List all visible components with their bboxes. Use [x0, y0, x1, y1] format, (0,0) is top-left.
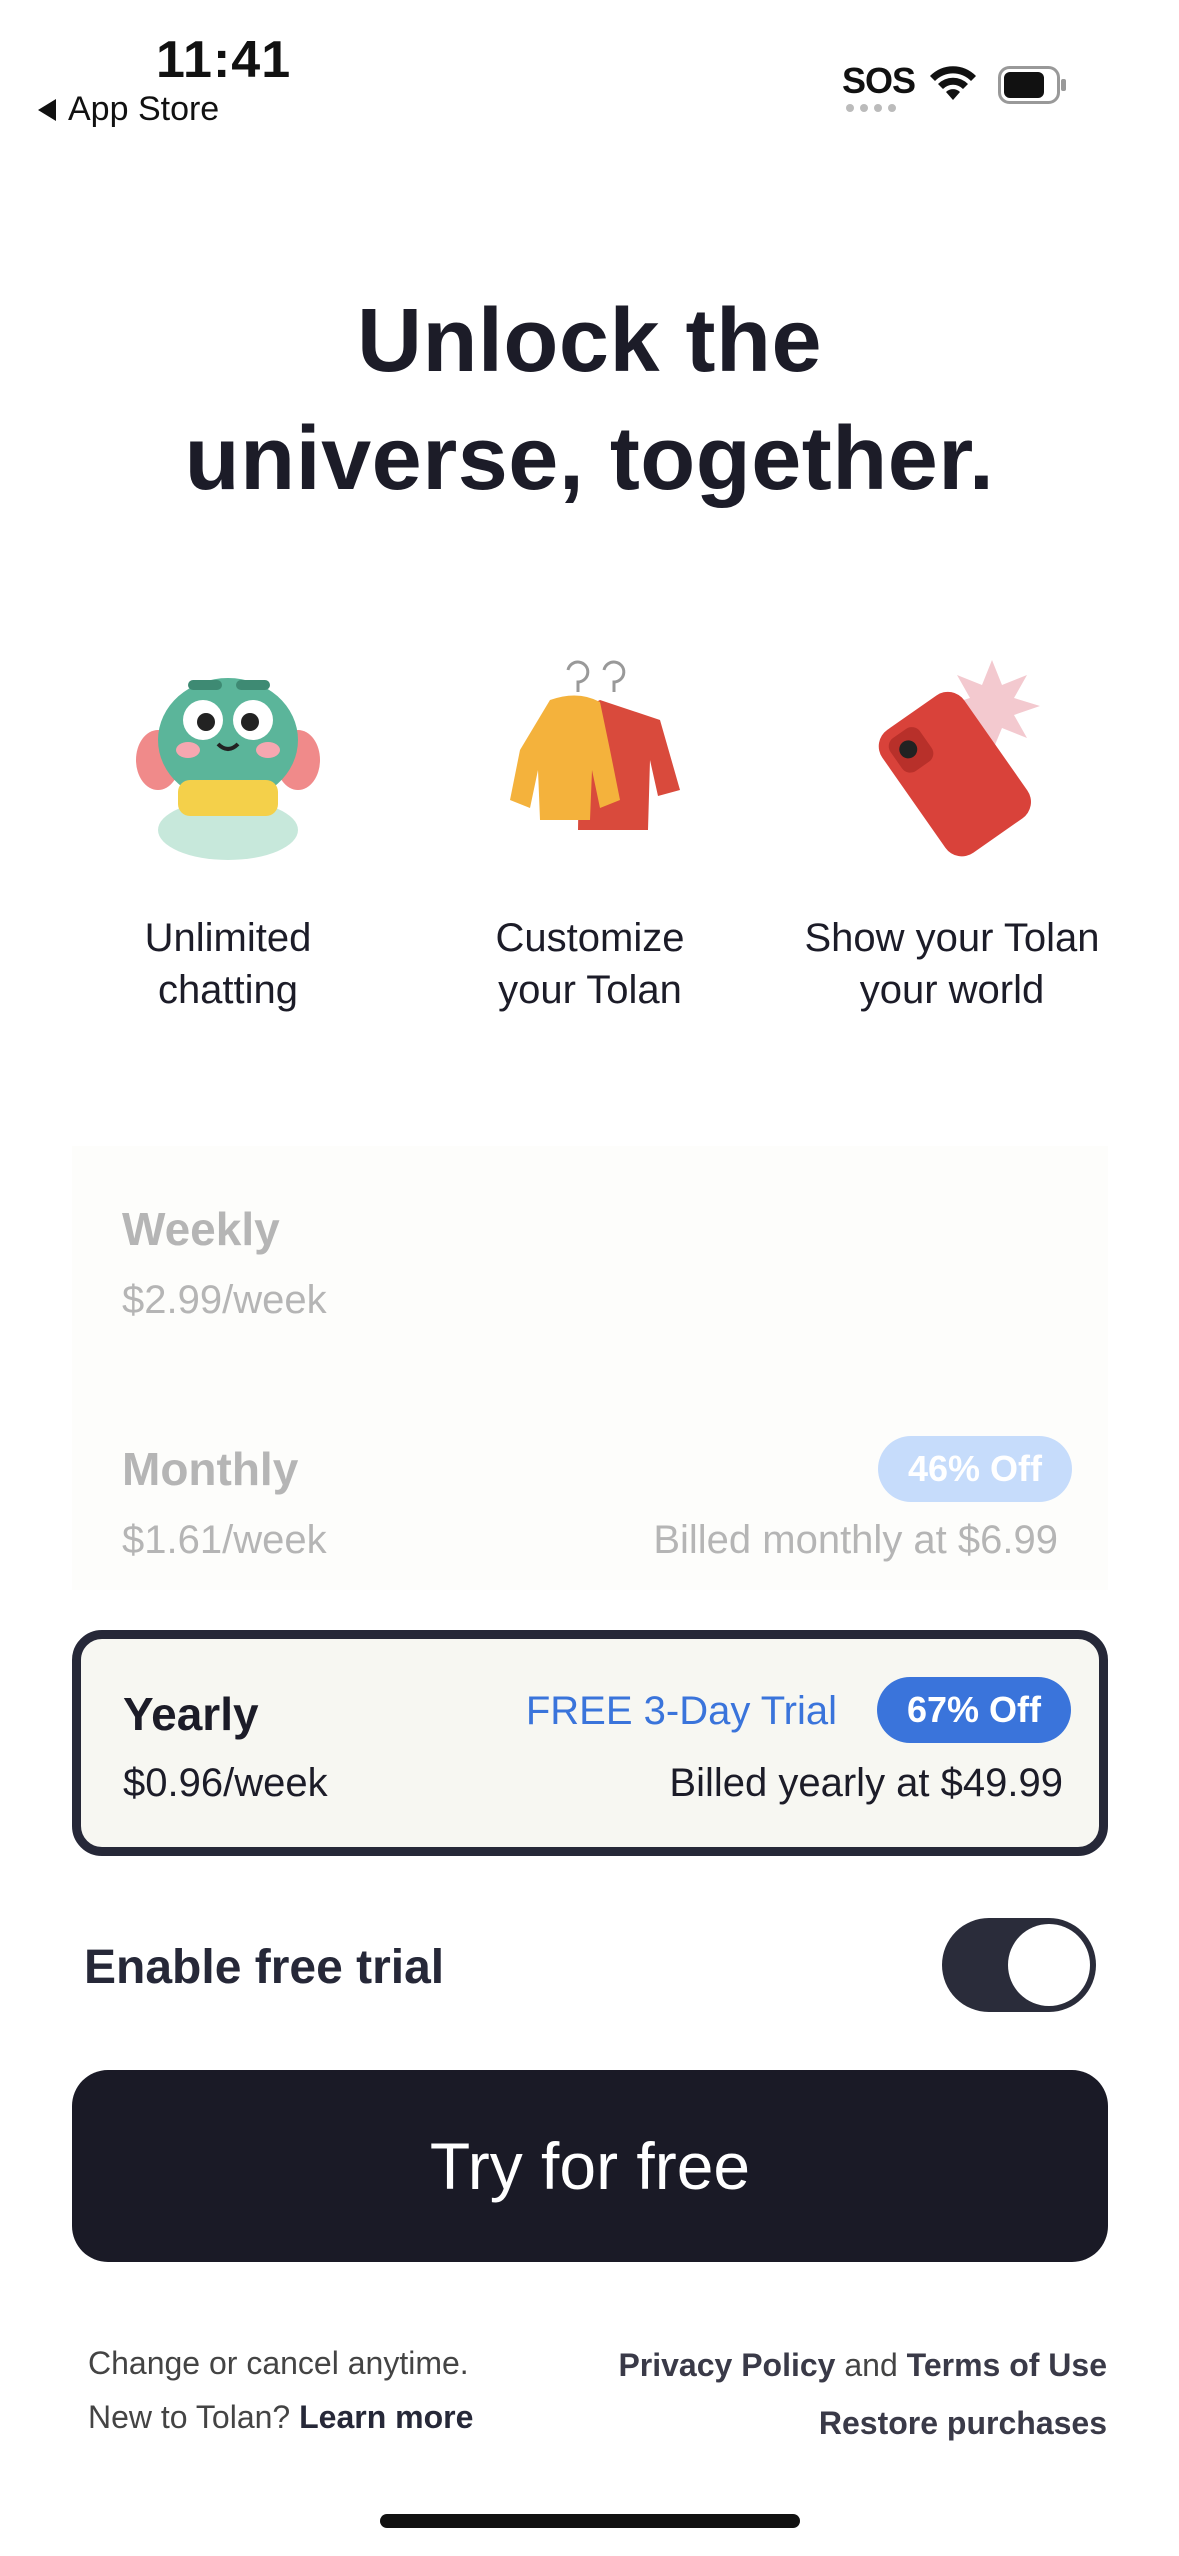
free-trial-toggle[interactable]	[942, 1918, 1096, 2012]
change-cancel-text: Change or cancel anytime.	[88, 2345, 469, 2381]
feature-label-line-2: your world	[859, 968, 1045, 1012]
new-to-tolan-line: New to Tolan? Learn more	[88, 2390, 473, 2444]
plan-price: $1.61/week	[122, 1518, 327, 1562]
terms-of-use-link[interactable]: Terms of Use	[907, 2347, 1107, 2383]
plan-yearly[interactable]: Yearly FREE 3-Day Trial 67% Off $0.96/we…	[72, 1630, 1108, 1856]
sos-indicator: SOS	[842, 60, 916, 101]
footer-left: Change or cancel anytime. New to Tolan? …	[88, 2336, 473, 2444]
and-text: and	[844, 2347, 898, 2383]
footer-right: Privacy Policy and Terms of Use Restore …	[618, 2336, 1107, 2452]
plan-price: $2.99/week	[122, 1278, 327, 1322]
headline-line-2: universe, together.	[184, 409, 995, 509]
new-to-text: New to Tolan?	[88, 2399, 291, 2435]
tolan-character-icon	[136, 678, 320, 860]
trial-label: FREE 3-Day Trial	[525, 1689, 837, 1733]
wifi-icon	[930, 66, 976, 100]
feature-label-line-2: your Tolan	[498, 968, 682, 1012]
billing-note: Billed monthly at $6.99	[653, 1518, 1058, 1562]
plan-name: Monthly	[122, 1443, 299, 1495]
feature-show-world: Show your Tolan your world	[772, 640, 1132, 1016]
privacy-policy-link[interactable]: Privacy Policy	[618, 2347, 835, 2383]
feature-label: Unlimited chatting	[48, 912, 408, 1016]
page-headline: Unlock the universe, together.	[0, 282, 1179, 518]
feature-label-line-1: Show your Tolan	[804, 916, 1100, 960]
plan-weekly[interactable]: Weekly $2.99/week	[72, 1146, 1108, 1366]
feature-label-line-2: chatting	[157, 968, 299, 1012]
back-arrow-icon	[38, 98, 56, 121]
legal-links-line: Privacy Policy and Terms of Use	[618, 2336, 1107, 2394]
feature-unlimited-chatting: Unlimited chatting	[48, 640, 408, 1016]
feature-label-line-1: Unlimited	[144, 916, 312, 960]
headline-line-1: Unlock the	[356, 291, 823, 391]
billing-note: Billed yearly at $49.99	[669, 1761, 1063, 1805]
back-label: App Store	[68, 90, 220, 128]
plan-name: Weekly	[122, 1203, 280, 1255]
restore-purchases-link[interactable]: Restore purchases	[819, 2405, 1107, 2441]
discount-badge: 46% Off	[877, 1436, 1072, 1502]
clothes-hanger-icon	[510, 660, 680, 830]
feature-label-line-1: Customize	[495, 916, 685, 960]
feature-label: Customize your Tolan	[410, 912, 770, 1016]
battery-icon	[998, 66, 1066, 104]
feature-label: Show your Tolan your world	[772, 912, 1132, 1016]
back-to-app-store[interactable]: App Store	[38, 90, 219, 129]
free-trial-label: Enable free trial	[84, 1941, 445, 1994]
plan-monthly[interactable]: Monthly 46% Off $1.61/week Billed monthl…	[72, 1366, 1108, 1590]
free-trial-row: Enable free trial	[84, 1918, 1096, 2018]
plan-name: Yearly	[123, 1688, 259, 1740]
learn-more-link[interactable]: Learn more	[299, 2399, 473, 2435]
signal-dots-icon	[846, 104, 896, 112]
toggle-knob	[1008, 1924, 1090, 2006]
feature-customize: Customize your Tolan	[410, 640, 770, 1016]
phone-camera-icon	[878, 660, 1040, 857]
plan-price: $0.96/week	[123, 1761, 328, 1805]
try-for-free-button[interactable]: Try for free	[72, 2070, 1108, 2262]
status-time: 11:41	[156, 31, 292, 89]
home-indicator	[380, 2514, 800, 2528]
discount-badge: 67% Off	[876, 1677, 1071, 1743]
